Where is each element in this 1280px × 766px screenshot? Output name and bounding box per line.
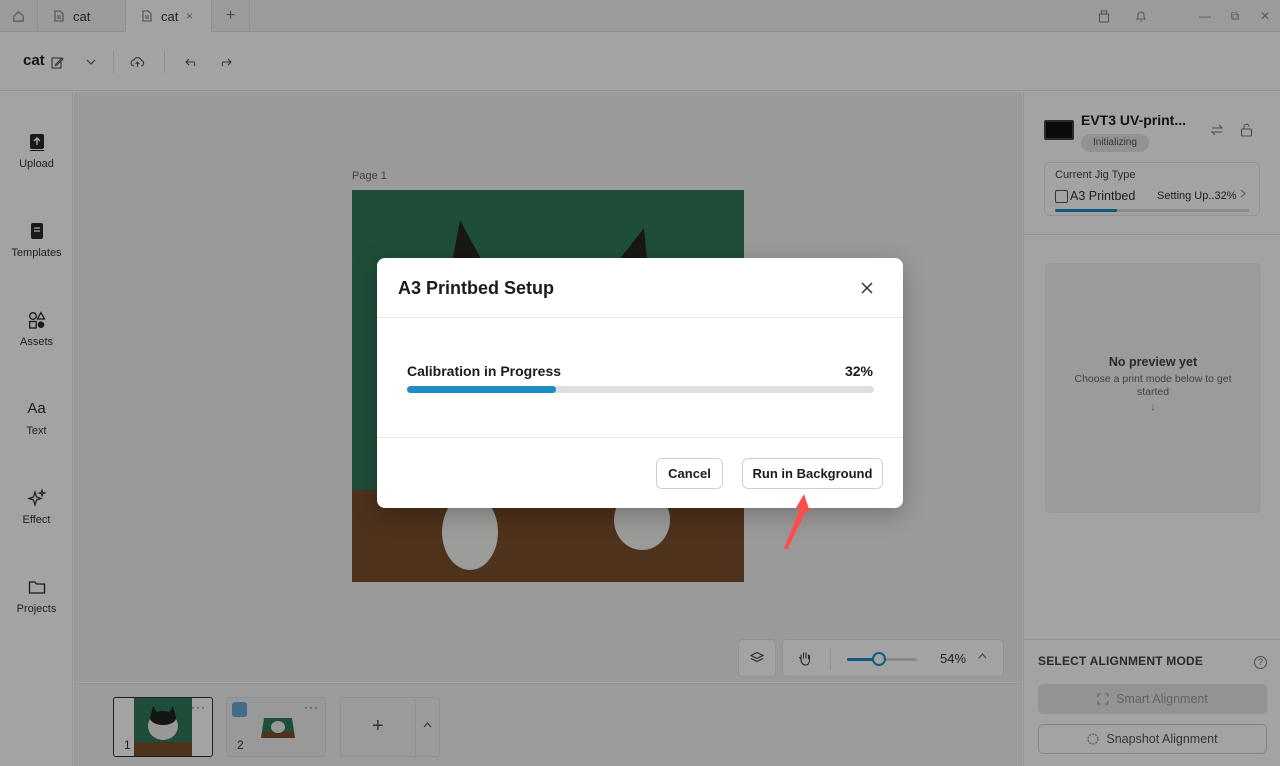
run-in-background-button[interactable]: Run in Background xyxy=(742,458,883,489)
cancel-button[interactable]: Cancel xyxy=(656,458,723,489)
close-icon[interactable] xyxy=(857,278,877,298)
calibration-progress-bar xyxy=(407,386,874,393)
app-window: cat cat × + — ⧉ ✕ cat Upload Templates A… xyxy=(0,0,1280,766)
calibration-progress-fill xyxy=(407,386,557,393)
dialog-divider xyxy=(377,437,903,438)
dialog-title: A3 Printbed Setup xyxy=(398,278,555,298)
progress-label: Calibration in Progress xyxy=(407,363,562,379)
progress-percent: 32% xyxy=(844,363,873,379)
printbed-setup-dialog: A3 Printbed Setup Calibration in Progres… xyxy=(377,258,903,508)
annotation-arrow-icon xyxy=(784,494,810,550)
dialog-divider xyxy=(377,317,903,318)
